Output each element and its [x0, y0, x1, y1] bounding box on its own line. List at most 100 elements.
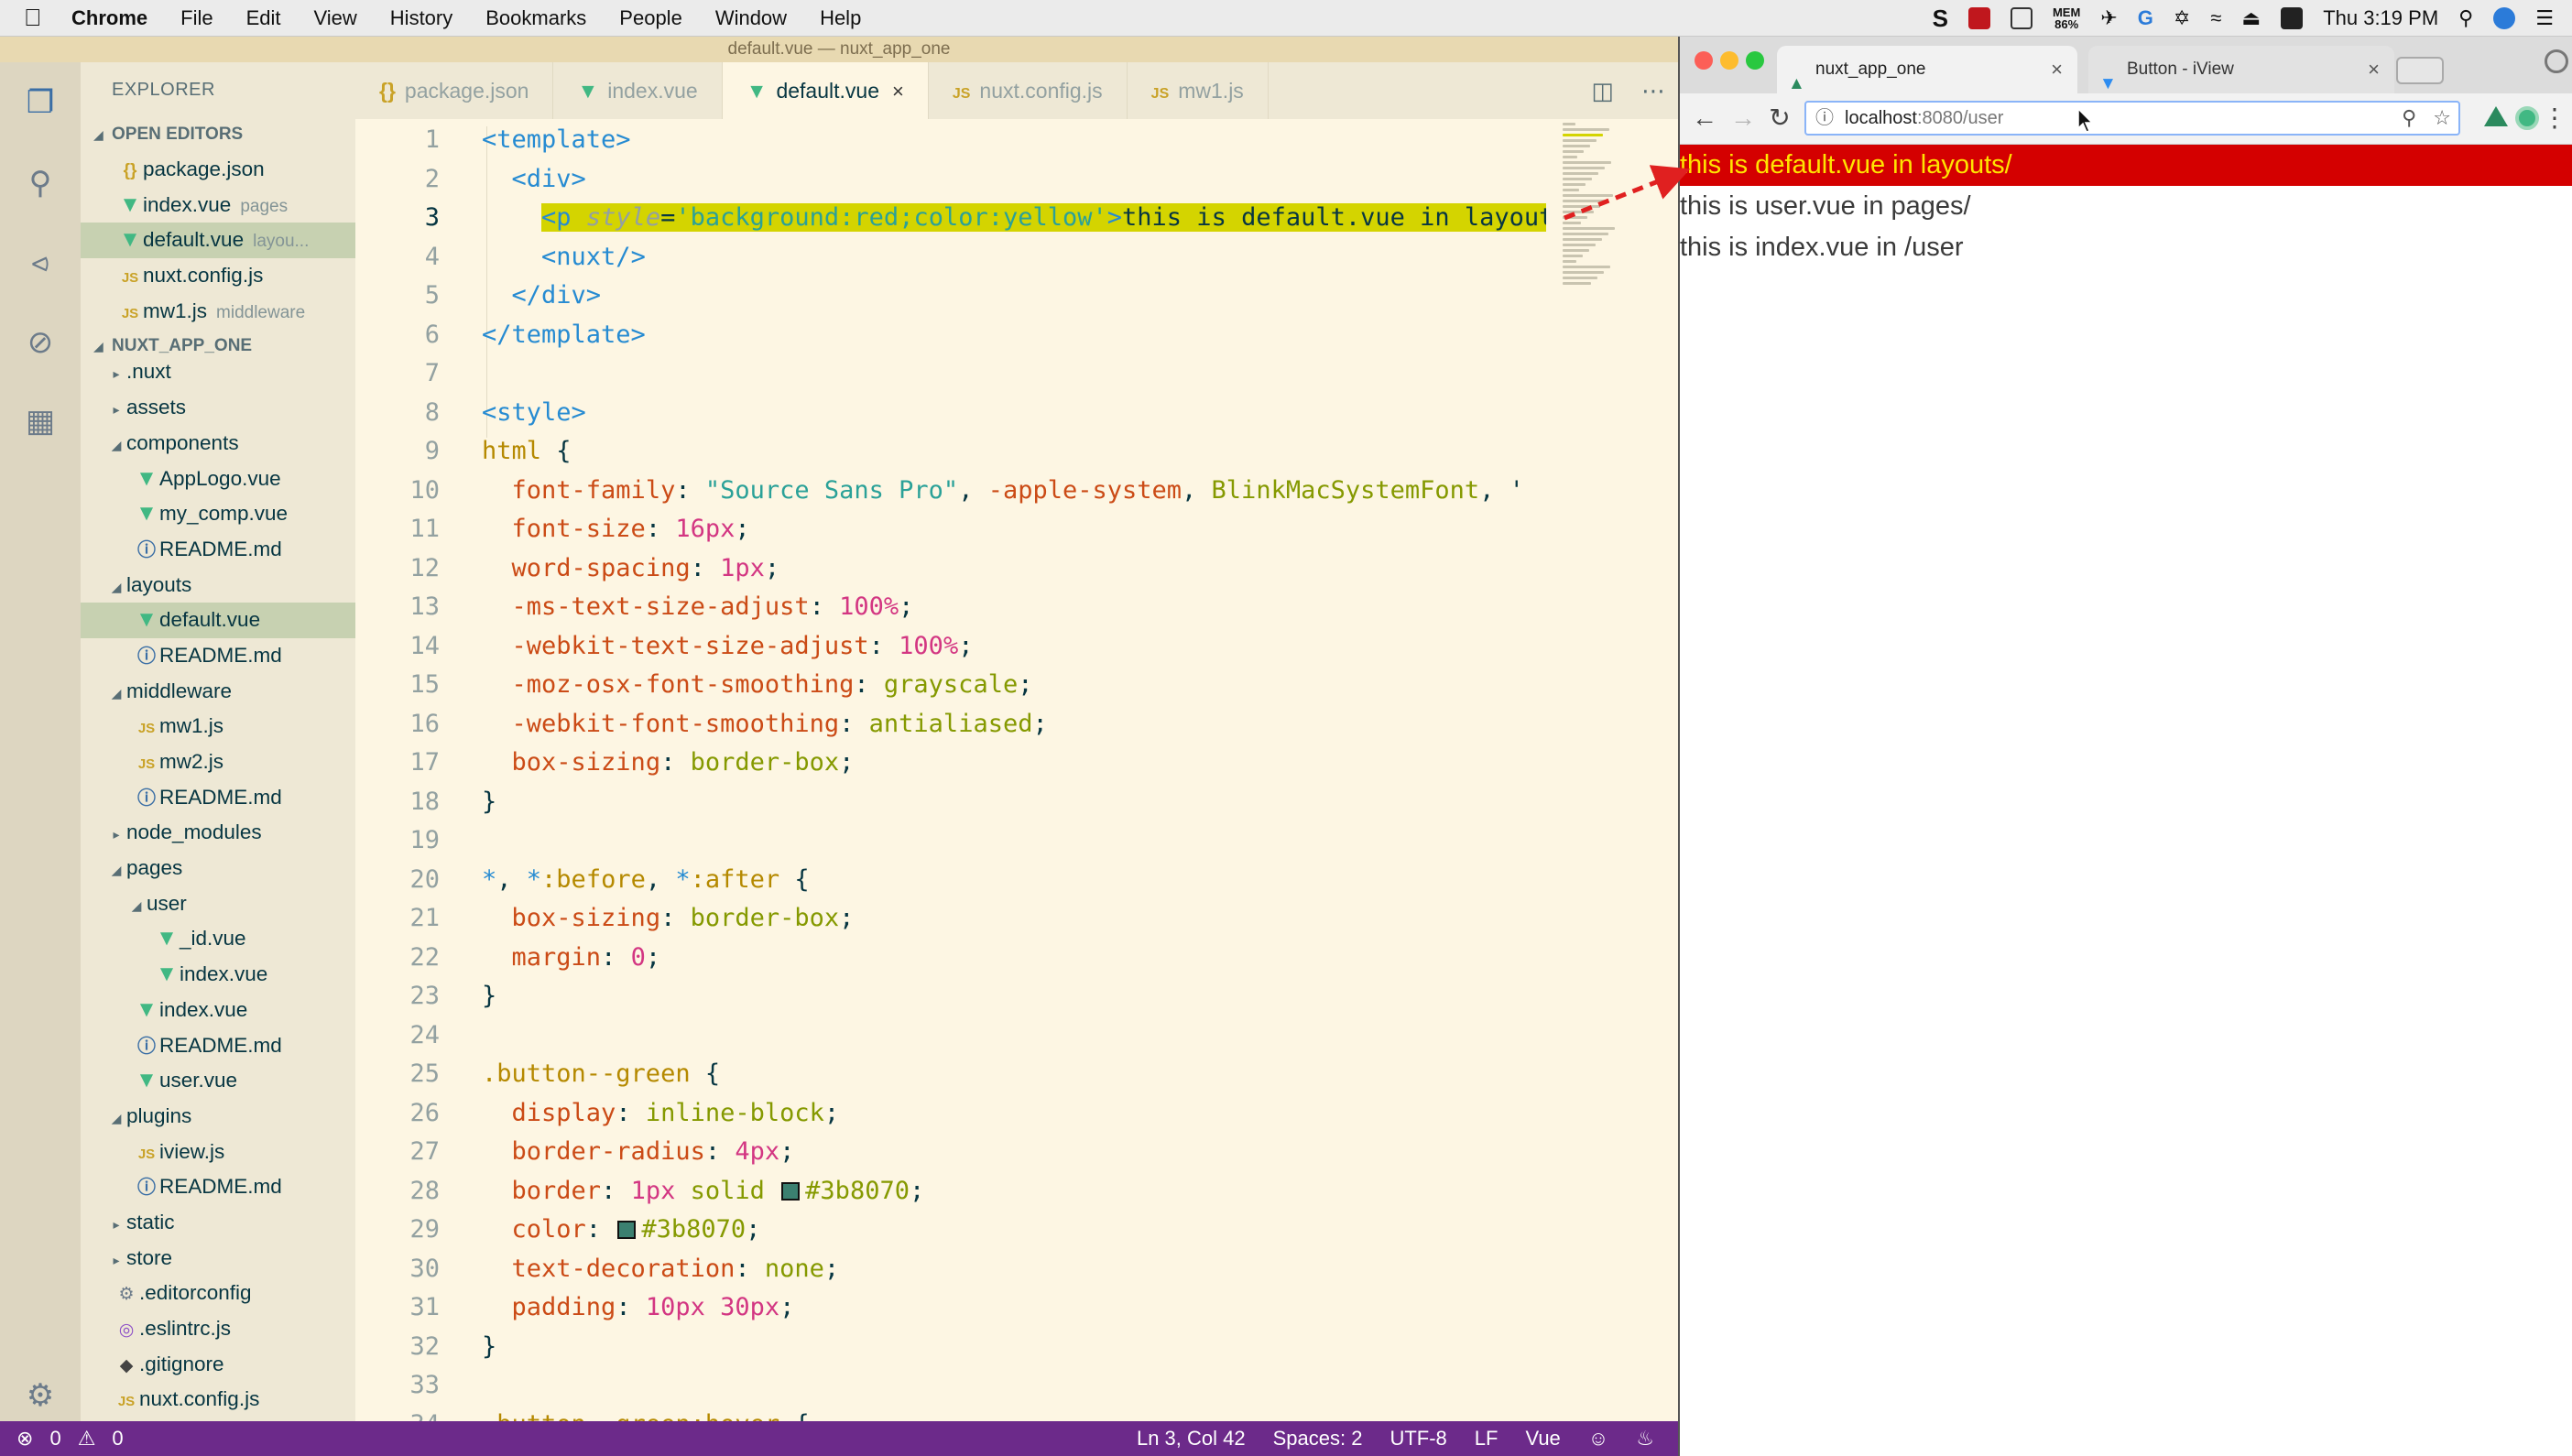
- warnings-count[interactable]: 0: [112, 1427, 123, 1451]
- close-tab-icon[interactable]: ×: [2051, 46, 2063, 93]
- menu-people[interactable]: People: [619, 6, 682, 30]
- spotlight-search-icon[interactable]: ⚲: [2458, 6, 2473, 30]
- nuxt-extension-icon[interactable]: [2484, 106, 2508, 126]
- skype-icon[interactable]: S: [1933, 5, 1948, 33]
- folder-item[interactable]: ▸ assets: [81, 390, 355, 426]
- address-bar[interactable]: ⓘ localhost:8080/user ⚲ ☆: [1804, 101, 2460, 136]
- file-item[interactable]: ▼index.vue: [81, 993, 355, 1028]
- file-item[interactable]: JS nuxt.config.js: [81, 1382, 355, 1418]
- profile-icon[interactable]: [2545, 49, 2568, 73]
- back-arrow-icon[interactable]: ←: [1689, 103, 1720, 134]
- vue-devtools-icon[interactable]: [2515, 106, 2539, 130]
- file-item[interactable]: ⓘ README.md: [81, 780, 355, 816]
- file-item[interactable]: ⓘ README.md: [81, 1169, 355, 1205]
- minimap[interactable]: [1563, 123, 1618, 306]
- color-swatch[interactable]: [781, 1181, 801, 1201]
- close-tab-icon[interactable]: ×: [892, 80, 904, 103]
- file-item[interactable]: ▼AppLogo.vue: [81, 462, 355, 497]
- siri-icon[interactable]: [2493, 7, 2516, 29]
- editor-tab[interactable]: JS nuxt.config.js: [929, 62, 1128, 119]
- editor-tab[interactable]: ▼ default.vue ×: [722, 62, 929, 119]
- menu-view[interactable]: View: [314, 6, 357, 30]
- menu-edit[interactable]: Edit: [246, 6, 281, 30]
- file-item[interactable]: ▼default.vue: [81, 603, 355, 638]
- open-editor-item[interactable]: ▼default.vue layou...: [81, 223, 355, 259]
- minimize-window-button[interactable]: [1720, 51, 1738, 70]
- file-item[interactable]: ▼_id.vue: [81, 921, 355, 957]
- menu-clock[interactable]: Thu 3:19 PM: [2323, 6, 2438, 30]
- reload-icon[interactable]: ↻: [1764, 103, 1795, 134]
- settings-gear-icon[interactable]: ⚙: [22, 1377, 59, 1414]
- open-editor-item[interactable]: ▼index.vue pages: [81, 188, 355, 223]
- open-editors-header[interactable]: ◢ OPEN EDITORS: [81, 117, 355, 152]
- forward-arrow-icon[interactable]: →: [1727, 103, 1759, 134]
- file-item[interactable]: JS iview.js: [81, 1135, 355, 1170]
- folder-item[interactable]: ▸ store: [81, 1241, 355, 1277]
- chrome-tab-iview[interactable]: ▼ Button - iView ×: [2088, 46, 2394, 93]
- folder-item[interactable]: ▸ .nuxt: [81, 354, 355, 390]
- explorer-files-icon[interactable]: ❐: [22, 84, 59, 121]
- open-editor-item[interactable]: JS nuxt.config.js: [81, 258, 355, 294]
- airplane-icon[interactable]: ✈: [2100, 6, 2117, 30]
- warnings-icon[interactable]: ⚠: [78, 1427, 96, 1451]
- file-item[interactable]: JS mw1.js: [81, 709, 355, 744]
- chrome-tab-nuxt[interactable]: ▲ nuxt_app_one ×: [1777, 46, 2077, 93]
- folder-item[interactable]: ▸ node_modules: [81, 815, 355, 851]
- open-editor-item[interactable]: {} package.json: [81, 152, 355, 188]
- menu-file[interactable]: File: [180, 6, 213, 30]
- debug-icon[interactable]: ⊘: [22, 324, 59, 361]
- zoom-icon[interactable]: ⚲: [2402, 103, 2416, 134]
- extensions-icon[interactable]: ▦: [22, 403, 59, 440]
- open-editor-item[interactable]: JS mw1.js middleware: [81, 294, 355, 330]
- menu-history[interactable]: History: [390, 6, 452, 30]
- folder-item[interactable]: ◢ components: [81, 426, 355, 462]
- editor-tab[interactable]: JS mw1.js: [1128, 62, 1269, 119]
- indentation[interactable]: Spaces: 2: [1273, 1427, 1363, 1451]
- new-tab-button[interactable]: [2396, 57, 2444, 84]
- zoom-window-button[interactable]: [1746, 51, 1764, 70]
- menu-help[interactable]: Help: [820, 6, 861, 30]
- file-item[interactable]: ⚙ .editorconfig: [81, 1276, 355, 1311]
- file-item[interactable]: JS mw2.js: [81, 744, 355, 780]
- language-mode[interactable]: Vue: [1525, 1427, 1560, 1451]
- site-info-icon[interactable]: ⓘ: [1815, 103, 1834, 134]
- end-of-line[interactable]: LF: [1475, 1427, 1499, 1451]
- editor-tab[interactable]: {} package.json: [355, 62, 554, 119]
- folder-item[interactable]: ◢ plugins: [81, 1099, 355, 1135]
- file-item[interactable]: ▼my_comp.vue: [81, 496, 355, 532]
- folder-item[interactable]: ◢ user: [81, 886, 355, 922]
- folder-item[interactable]: ▸ static: [81, 1205, 355, 1241]
- color-swatch[interactable]: [617, 1221, 637, 1239]
- memory-monitor[interactable]: MEM 86%: [2053, 6, 2080, 30]
- feedback-smiley-icon[interactable]: ☺: [1588, 1427, 1608, 1451]
- close-tab-icon[interactable]: ×: [2368, 46, 2380, 93]
- more-actions-icon[interactable]: ⋯: [1641, 77, 1665, 105]
- input-source-icon[interactable]: [2281, 7, 2304, 29]
- folder-item[interactable]: ◢ layouts: [81, 568, 355, 603]
- errors-count[interactable]: 0: [49, 1427, 60, 1451]
- editor-tab[interactable]: ▼ index.vue: [553, 62, 723, 119]
- file-item[interactable]: ⓘ README.md: [81, 532, 355, 568]
- file-item[interactable]: ◆ .gitignore: [81, 1347, 355, 1383]
- folder-item[interactable]: ◢ pages: [81, 851, 355, 886]
- menu-window[interactable]: Window: [715, 6, 787, 30]
- folder-item[interactable]: ◢ middleware: [81, 674, 355, 710]
- source-control-icon[interactable]: ⪦: [22, 244, 59, 280]
- bookmark-star-icon[interactable]: ☆: [2433, 103, 2451, 134]
- display-icon[interactable]: [2010, 7, 2033, 29]
- chrome-menu-icon[interactable]: ⋮: [2541, 103, 2568, 134]
- notifications-bell-icon[interactable]: ♨: [1636, 1427, 1654, 1451]
- split-editor-icon[interactable]: ◫: [1591, 77, 1614, 105]
- file-item[interactable]: ▼index.vue: [81, 957, 355, 993]
- file-item[interactable]: ▼user.vue: [81, 1063, 355, 1099]
- wifi-icon[interactable]: ≈: [2210, 6, 2221, 30]
- apple-icon[interactable]: : [24, 4, 60, 32]
- encoding[interactable]: UTF-8: [1390, 1427, 1446, 1451]
- search-icon[interactable]: ⚲: [22, 165, 59, 201]
- menu-app-name[interactable]: Chrome: [71, 6, 147, 30]
- close-window-button[interactable]: [1695, 51, 1713, 70]
- cursor-position[interactable]: Ln 3, Col 42: [1137, 1427, 1246, 1451]
- file-item[interactable]: ◎ .eslintrc.js: [81, 1311, 355, 1347]
- file-item[interactable]: ⓘ README.md: [81, 1028, 355, 1064]
- code-editor[interactable]: 1 <template> 2 <div> 3 <p style='background…: [355, 119, 1546, 1430]
